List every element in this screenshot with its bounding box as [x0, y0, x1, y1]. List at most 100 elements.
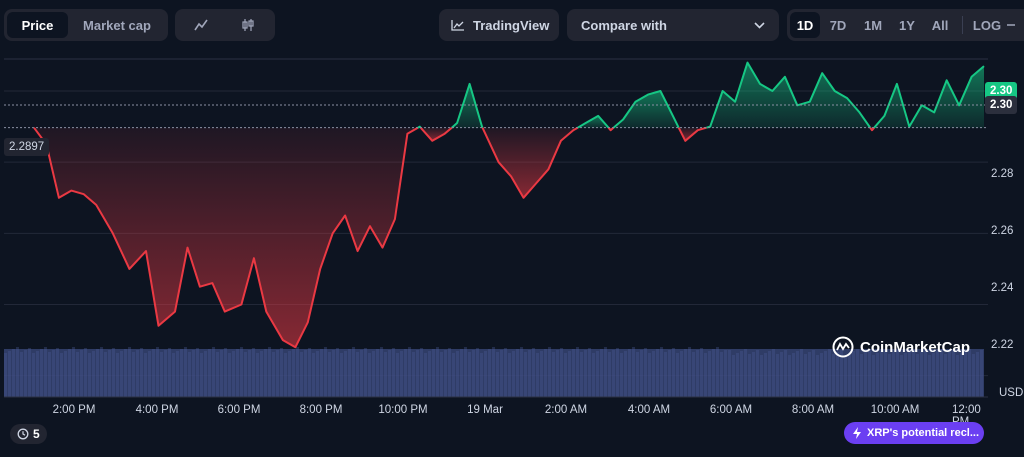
x-tick-label: 6:00 PM	[217, 404, 261, 416]
alerts-count: 5	[33, 427, 40, 441]
volume-bar	[400, 351, 403, 397]
volume-bar	[668, 350, 671, 397]
volume-bar	[372, 351, 375, 397]
volume-bar	[564, 353, 567, 397]
volume-bar	[432, 349, 435, 397]
volume-bar	[120, 351, 123, 397]
volume-bar	[164, 350, 167, 397]
alerts-button[interactable]: 5	[10, 424, 47, 444]
volume-bar	[228, 353, 231, 397]
volume-bar	[68, 349, 71, 397]
volume-bar	[344, 351, 347, 397]
volume-bar	[976, 352, 979, 397]
volume-bar	[876, 353, 879, 397]
volume-bar	[376, 349, 379, 397]
volume-bar	[180, 349, 183, 397]
volume-bar	[764, 353, 767, 397]
volume-bar	[308, 348, 311, 397]
volume-bar	[752, 352, 755, 397]
volume-bar	[48, 352, 51, 397]
volume-bar	[404, 349, 407, 397]
volume-bar	[80, 350, 83, 397]
y-tick-label: 2.22	[991, 339, 1014, 351]
x-tick-label: 4:00 PM	[135, 404, 179, 416]
y-tick-label: 2.28	[991, 168, 1014, 180]
area-fill-up	[706, 62, 871, 128]
current-price-badge: 2.30	[985, 96, 1018, 114]
volume-bar	[504, 348, 507, 397]
volume-bar	[76, 352, 79, 397]
volume-bar	[476, 348, 479, 397]
volume-bar	[336, 348, 339, 397]
volume-bar	[8, 351, 11, 397]
volume-bar	[608, 352, 611, 397]
volume-bar	[280, 348, 283, 397]
volume-bar	[560, 348, 563, 397]
volume-bar	[736, 353, 739, 397]
volume-bar	[536, 353, 539, 397]
price-chart[interactable]	[0, 0, 1024, 457]
volume-bar	[720, 352, 723, 397]
volume-bar	[772, 349, 775, 397]
volume-bar	[788, 355, 791, 397]
volume-bar	[172, 353, 175, 397]
volume-bar	[580, 352, 583, 397]
volume-bar	[72, 347, 75, 397]
volume-bar	[64, 351, 67, 397]
volume-bar	[52, 350, 55, 397]
volume-bar	[892, 352, 895, 397]
volume-bar	[756, 350, 759, 397]
area-fill-down	[34, 127, 418, 348]
volume-bar	[316, 351, 319, 397]
currency-label: USD	[999, 387, 1024, 399]
volume-bar	[980, 350, 983, 397]
volume-bar	[424, 353, 427, 397]
volume-bar	[540, 351, 543, 397]
volume-bar	[384, 352, 387, 397]
news-pill[interactable]: XRP's potential recl...	[844, 422, 984, 444]
volume-bar	[872, 355, 875, 397]
volume-bar	[520, 347, 523, 397]
volume-bar	[716, 347, 719, 397]
volume-bar	[324, 347, 327, 397]
volume-bar	[176, 351, 179, 397]
volume-bar	[188, 352, 191, 397]
y-tick-label: 2.26	[991, 225, 1014, 237]
volume-bar	[744, 349, 747, 397]
volume-bar	[196, 348, 199, 397]
x-tick-label: 8:00 PM	[299, 404, 343, 416]
volume-bar	[112, 348, 115, 397]
volume-bar	[428, 351, 431, 397]
x-tick-label: 2:00 AM	[544, 404, 588, 416]
volume-bar	[828, 349, 831, 397]
volume-bar	[728, 350, 731, 397]
volume-bar	[544, 349, 547, 397]
volume-bar	[144, 353, 147, 397]
volume-bar	[960, 353, 963, 397]
volume-bar	[508, 353, 511, 397]
volume-bar	[444, 350, 447, 397]
volume-bar	[632, 347, 635, 397]
volume-bar	[816, 355, 819, 397]
volume-bar	[832, 354, 835, 397]
volume-bar	[84, 348, 87, 397]
volume-bar	[32, 353, 35, 397]
lightning-icon	[852, 427, 862, 439]
volume-bar	[332, 350, 335, 397]
volume-bar	[672, 348, 675, 397]
volume-bar	[136, 350, 139, 397]
volume-bar	[920, 352, 923, 397]
volume-bar	[60, 353, 63, 397]
volume-bar	[356, 352, 359, 397]
volume-bar	[292, 349, 295, 397]
x-tick-label: 10:00 PM	[378, 404, 428, 416]
volume-bar	[260, 351, 263, 397]
coinmarketcap-logo-icon	[832, 336, 854, 358]
volume-bar	[660, 347, 663, 397]
volume-bar	[216, 352, 219, 397]
volume-bar	[148, 351, 151, 397]
volume-bar	[704, 353, 707, 397]
volume-bar	[808, 352, 811, 397]
volume-bar	[272, 352, 275, 397]
volume-bar	[348, 349, 351, 397]
